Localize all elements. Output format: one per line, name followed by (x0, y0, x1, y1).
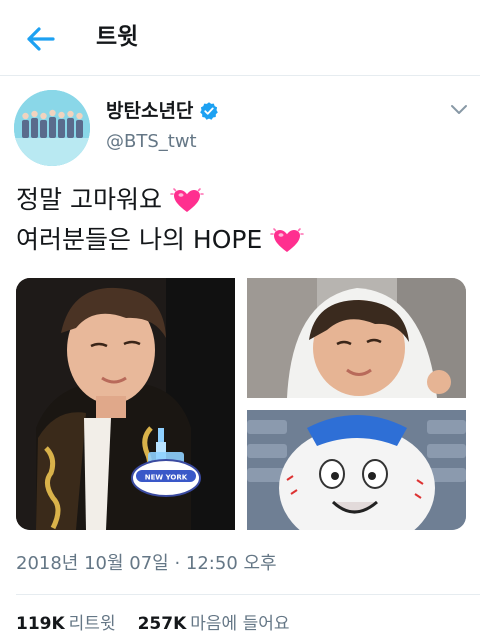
verified-badge-icon (200, 102, 219, 120)
sparkling-heart-icon (270, 228, 305, 252)
likes-label[interactable]: 마음에 들어요 (190, 612, 289, 636)
avatar[interactable] (14, 90, 90, 166)
tweet-media-grid: NEW YORK (16, 278, 466, 530)
sparkling-heart-icon (170, 188, 204, 212)
tweet-photo-1[interactable]: NEW YORK (16, 278, 235, 530)
tweet-line-1: 정말 고마워요 (16, 185, 162, 214)
arrow-left-icon (27, 27, 55, 51)
retweets-label[interactable]: 리트윗 (69, 612, 116, 636)
divider (16, 594, 480, 595)
stats-spacer (120, 612, 134, 636)
tweet-photo-3[interactable] (247, 410, 466, 530)
tweet-text: 정말 고마워요 여러분들은 나의 HOPE (16, 180, 466, 260)
back-button[interactable] (20, 22, 60, 56)
tweet-photo-2[interactable] (247, 278, 466, 398)
retweets-count[interactable]: 119K (16, 612, 65, 636)
more-options-button[interactable] (446, 100, 472, 120)
author-display-name: 방탄소년단 (106, 100, 194, 122)
page-title: 트윗 (96, 24, 139, 50)
chevron-down-icon (451, 105, 467, 114)
new-york-sticker-text: NEW YORK (145, 474, 188, 482)
author-name[interactable]: 방탄소년단 (106, 98, 219, 124)
tweet-timestamp: 2018년 10월 07일 · 12:50 오후 (16, 553, 277, 574)
tweet-stats: 119K 리트윗 257K 마음에 들어요 (16, 612, 290, 636)
top-bar: 트윗 (0, 0, 480, 76)
tweet-line-2: 여러분들은 나의 HOPE (16, 225, 263, 254)
author-handle[interactable]: @BTS_twt (106, 130, 197, 154)
likes-count[interactable]: 257K (138, 612, 187, 636)
